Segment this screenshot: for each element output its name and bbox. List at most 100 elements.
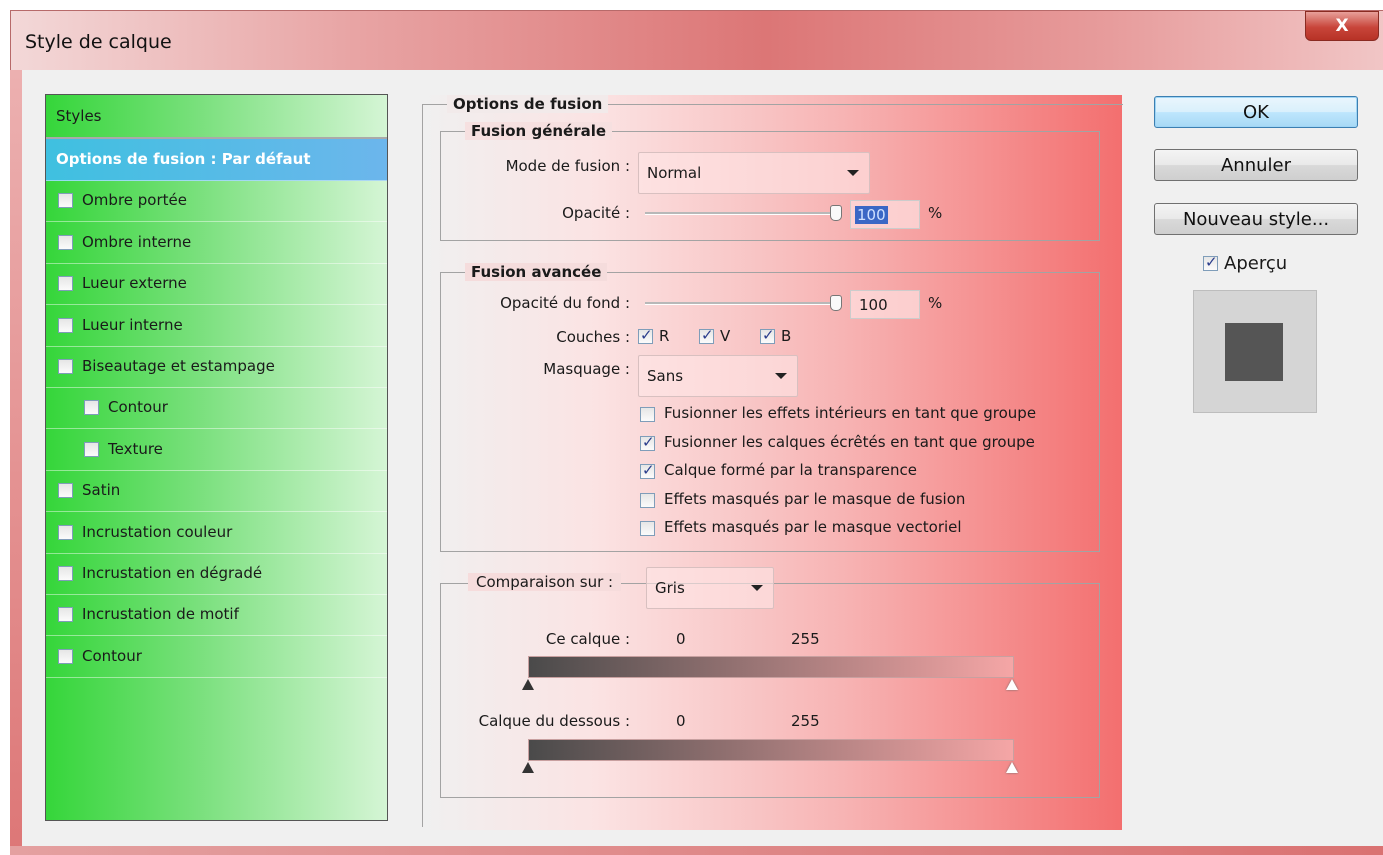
channel-checkbox-r[interactable] xyxy=(638,326,653,344)
style-item[interactable]: Incrustation couleur xyxy=(46,512,387,554)
style-item-checkbox[interactable] xyxy=(58,524,73,540)
chevron-down-icon xyxy=(847,170,859,176)
fill-opacity-slider-thumb[interactable] xyxy=(830,295,842,311)
close-button[interactable]: X xyxy=(1305,11,1379,41)
title-bar[interactable]: Style de calque X xyxy=(10,10,1383,71)
style-item[interactable]: Incrustation en dégradé xyxy=(46,553,387,595)
blend-mode-value: Normal xyxy=(647,164,702,182)
style-item-label: Lueur interne xyxy=(82,315,183,334)
opacity-unit: % xyxy=(928,204,943,222)
opacity-value: 100 xyxy=(855,206,888,224)
advanced-option-label: Fusionner les effets intérieurs en tant … xyxy=(664,404,1037,422)
fill-opacity-unit: % xyxy=(928,294,943,312)
this-layer-min: 0 xyxy=(676,630,686,648)
preview-checkbox[interactable] xyxy=(1203,253,1218,271)
fill-opacity-value: 100 xyxy=(859,296,888,314)
style-item-checkbox[interactable] xyxy=(58,317,73,333)
style-item[interactable]: Lueur interne xyxy=(46,305,387,347)
style-preview xyxy=(1193,290,1317,413)
window-frame-left xyxy=(10,70,22,850)
channel-label: V xyxy=(720,327,731,345)
style-item[interactable]: Incrustation de motif xyxy=(46,594,387,637)
style-item-checkbox[interactable] xyxy=(84,400,99,416)
underlying-white-slider[interactable] xyxy=(1006,762,1018,773)
style-item-checkbox[interactable] xyxy=(58,483,73,499)
blend-mode-label: Mode de fusion : xyxy=(505,157,630,175)
blend-mode-select[interactable]: Normal xyxy=(638,152,870,194)
fill-opacity-slider[interactable] xyxy=(645,302,835,305)
style-item[interactable]: Lueur externe xyxy=(46,263,387,306)
style-item-checkbox[interactable] xyxy=(58,276,73,292)
underlying-black-slider[interactable] xyxy=(522,762,534,773)
style-item-label: Ombre interne xyxy=(82,232,192,251)
blend-if-select[interactable]: Gris xyxy=(646,567,774,609)
channel-label: B xyxy=(781,327,792,345)
chevron-down-icon xyxy=(751,585,763,591)
blend-if-value: Gris xyxy=(655,579,685,597)
underlying-layer-gradient xyxy=(528,739,1014,761)
advanced-option-checkbox[interactable] xyxy=(640,521,655,536)
style-item-checkbox[interactable] xyxy=(58,607,73,623)
underlying-layer-max: 255 xyxy=(791,712,820,730)
advanced-option-checkbox[interactable] xyxy=(640,492,655,508)
style-item-checkbox[interactable] xyxy=(58,566,73,581)
advanced-option-checkbox[interactable] xyxy=(640,433,655,451)
style-item-label: Contour xyxy=(108,398,168,417)
advanced-option-checkbox[interactable] xyxy=(640,461,655,479)
new-style-button[interactable]: Nouveau style... xyxy=(1154,203,1358,235)
style-item[interactable]: Contour xyxy=(46,387,387,430)
ok-button[interactable]: OK xyxy=(1154,96,1358,128)
preview-label: Aperçu xyxy=(1224,253,1288,274)
fill-opacity-input[interactable]: 100 xyxy=(850,290,920,319)
this-layer-max: 255 xyxy=(791,630,820,648)
style-item[interactable]: Ombre portée xyxy=(46,180,387,223)
style-item-label: Ombre portée xyxy=(82,191,187,210)
this-layer-black-slider[interactable] xyxy=(522,679,534,690)
chevron-down-icon xyxy=(775,373,787,379)
general-blending-legend: Fusion générale xyxy=(465,122,613,140)
advanced-option-checkbox[interactable] xyxy=(640,407,655,422)
knockout-value: Sans xyxy=(647,367,684,385)
style-item-checkbox[interactable] xyxy=(58,648,73,664)
style-item-label: Satin xyxy=(82,481,121,500)
advanced-option-label: Calque formé par la transparence xyxy=(664,461,917,479)
blending-options-title: Options de fusion xyxy=(447,95,609,113)
cancel-button[interactable]: Annuler xyxy=(1154,149,1358,181)
styles-header[interactable]: Styles xyxy=(46,95,387,139)
style-item-label: Texture xyxy=(108,439,163,458)
advanced-option-label: Fusionner les calques écrêtés en tant qu… xyxy=(664,432,1035,451)
style-item-checkbox[interactable] xyxy=(58,193,73,209)
channels-label: Couches : xyxy=(556,328,630,346)
preview-swatch xyxy=(1225,323,1283,381)
channel-label: R xyxy=(659,327,670,345)
window-frame-bottom xyxy=(10,846,1383,855)
style-item-label: Lueur externe xyxy=(82,274,187,293)
channel-checkbox-b[interactable] xyxy=(760,326,775,344)
this-layer-white-slider[interactable] xyxy=(1006,679,1018,690)
style-item-label: Options de fusion : Par défaut xyxy=(56,150,311,168)
styles-list: Styles Options de fusion : Par défaut Omb… xyxy=(45,94,388,821)
advanced-option-label: Effets masqués par le masque de fusion xyxy=(664,489,966,508)
style-item-checkbox[interactable] xyxy=(84,441,99,457)
this-layer-gradient xyxy=(528,656,1014,678)
style-item-checkbox[interactable] xyxy=(58,359,73,374)
blend-if-group xyxy=(440,583,1100,798)
channel-checkbox-v[interactable] xyxy=(699,326,714,344)
opacity-input[interactable]: 100 xyxy=(850,200,920,229)
preview-toggle[interactable]: Aperçu xyxy=(1203,253,1313,275)
style-item[interactable]: Texture xyxy=(46,429,387,471)
underlying-layer-label: Calque du dessous : xyxy=(478,712,630,730)
layer-style-dialog: Style de calque X Styles Options de fusi… xyxy=(0,0,1383,855)
style-item[interactable]: Options de fusion : Par défaut xyxy=(46,139,387,181)
style-item[interactable]: Biseautage et estampage xyxy=(46,346,387,388)
knockout-select[interactable]: Sans xyxy=(638,355,798,397)
opacity-slider-thumb[interactable] xyxy=(830,205,842,221)
opacity-label: Opacité : xyxy=(562,204,630,222)
style-item[interactable]: Ombre interne xyxy=(46,222,387,264)
opacity-slider[interactable] xyxy=(645,212,835,215)
style-item[interactable]: Contour xyxy=(46,636,387,678)
style-item-checkbox[interactable] xyxy=(58,234,73,250)
style-item[interactable]: Satin xyxy=(46,470,387,513)
close-icon: X xyxy=(1335,16,1349,36)
advanced-option-label: Effets masqués par le masque vectoriel xyxy=(664,518,962,536)
